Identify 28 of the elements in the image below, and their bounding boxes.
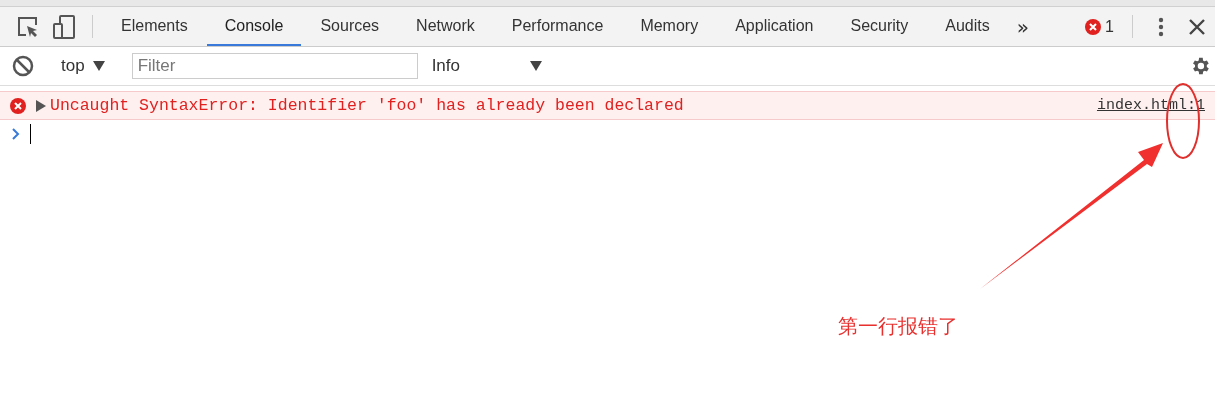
more-menu-icon[interactable] — [1158, 16, 1164, 37]
tab[interactable]: Security — [832, 7, 927, 46]
prompt-icon — [12, 128, 20, 140]
tab[interactable]: Audits — [927, 7, 1008, 46]
annotation-text: 第一行报错了 — [838, 313, 958, 340]
text-cursor — [30, 124, 31, 144]
clear-console-icon[interactable] — [12, 55, 34, 77]
device-icon[interactable] — [53, 14, 75, 39]
tab[interactable]: Network — [398, 7, 493, 46]
more-tabs-button[interactable]: » — [1008, 7, 1037, 46]
tab[interactable]: Console — [206, 7, 302, 46]
inspect-icon[interactable] — [17, 15, 39, 38]
caret-icon — [529, 61, 542, 71]
tab[interactable]: Memory — [622, 7, 717, 46]
error-count: 1 — [1105, 17, 1114, 36]
context-dropdown[interactable]: top — [55, 56, 111, 76]
caret-icon — [92, 61, 105, 71]
error-icon — [1085, 18, 1102, 35]
level-dropdown[interactable]: Info — [425, 56, 548, 76]
expand-icon[interactable] — [36, 99, 46, 112]
tab[interactable]: Application — [717, 7, 832, 46]
error-icon — [10, 97, 26, 114]
tab[interactable]: Sources — [302, 7, 398, 46]
tab[interactable]: Elements — [103, 7, 206, 46]
filter-field[interactable]: Filter — [131, 53, 418, 79]
message-text: Uncaught SyntaxError: Identifier 'foo' has already been declared — [50, 96, 684, 115]
close-icon[interactable] — [1189, 18, 1205, 35]
tab[interactable]: Performance — [493, 7, 622, 46]
